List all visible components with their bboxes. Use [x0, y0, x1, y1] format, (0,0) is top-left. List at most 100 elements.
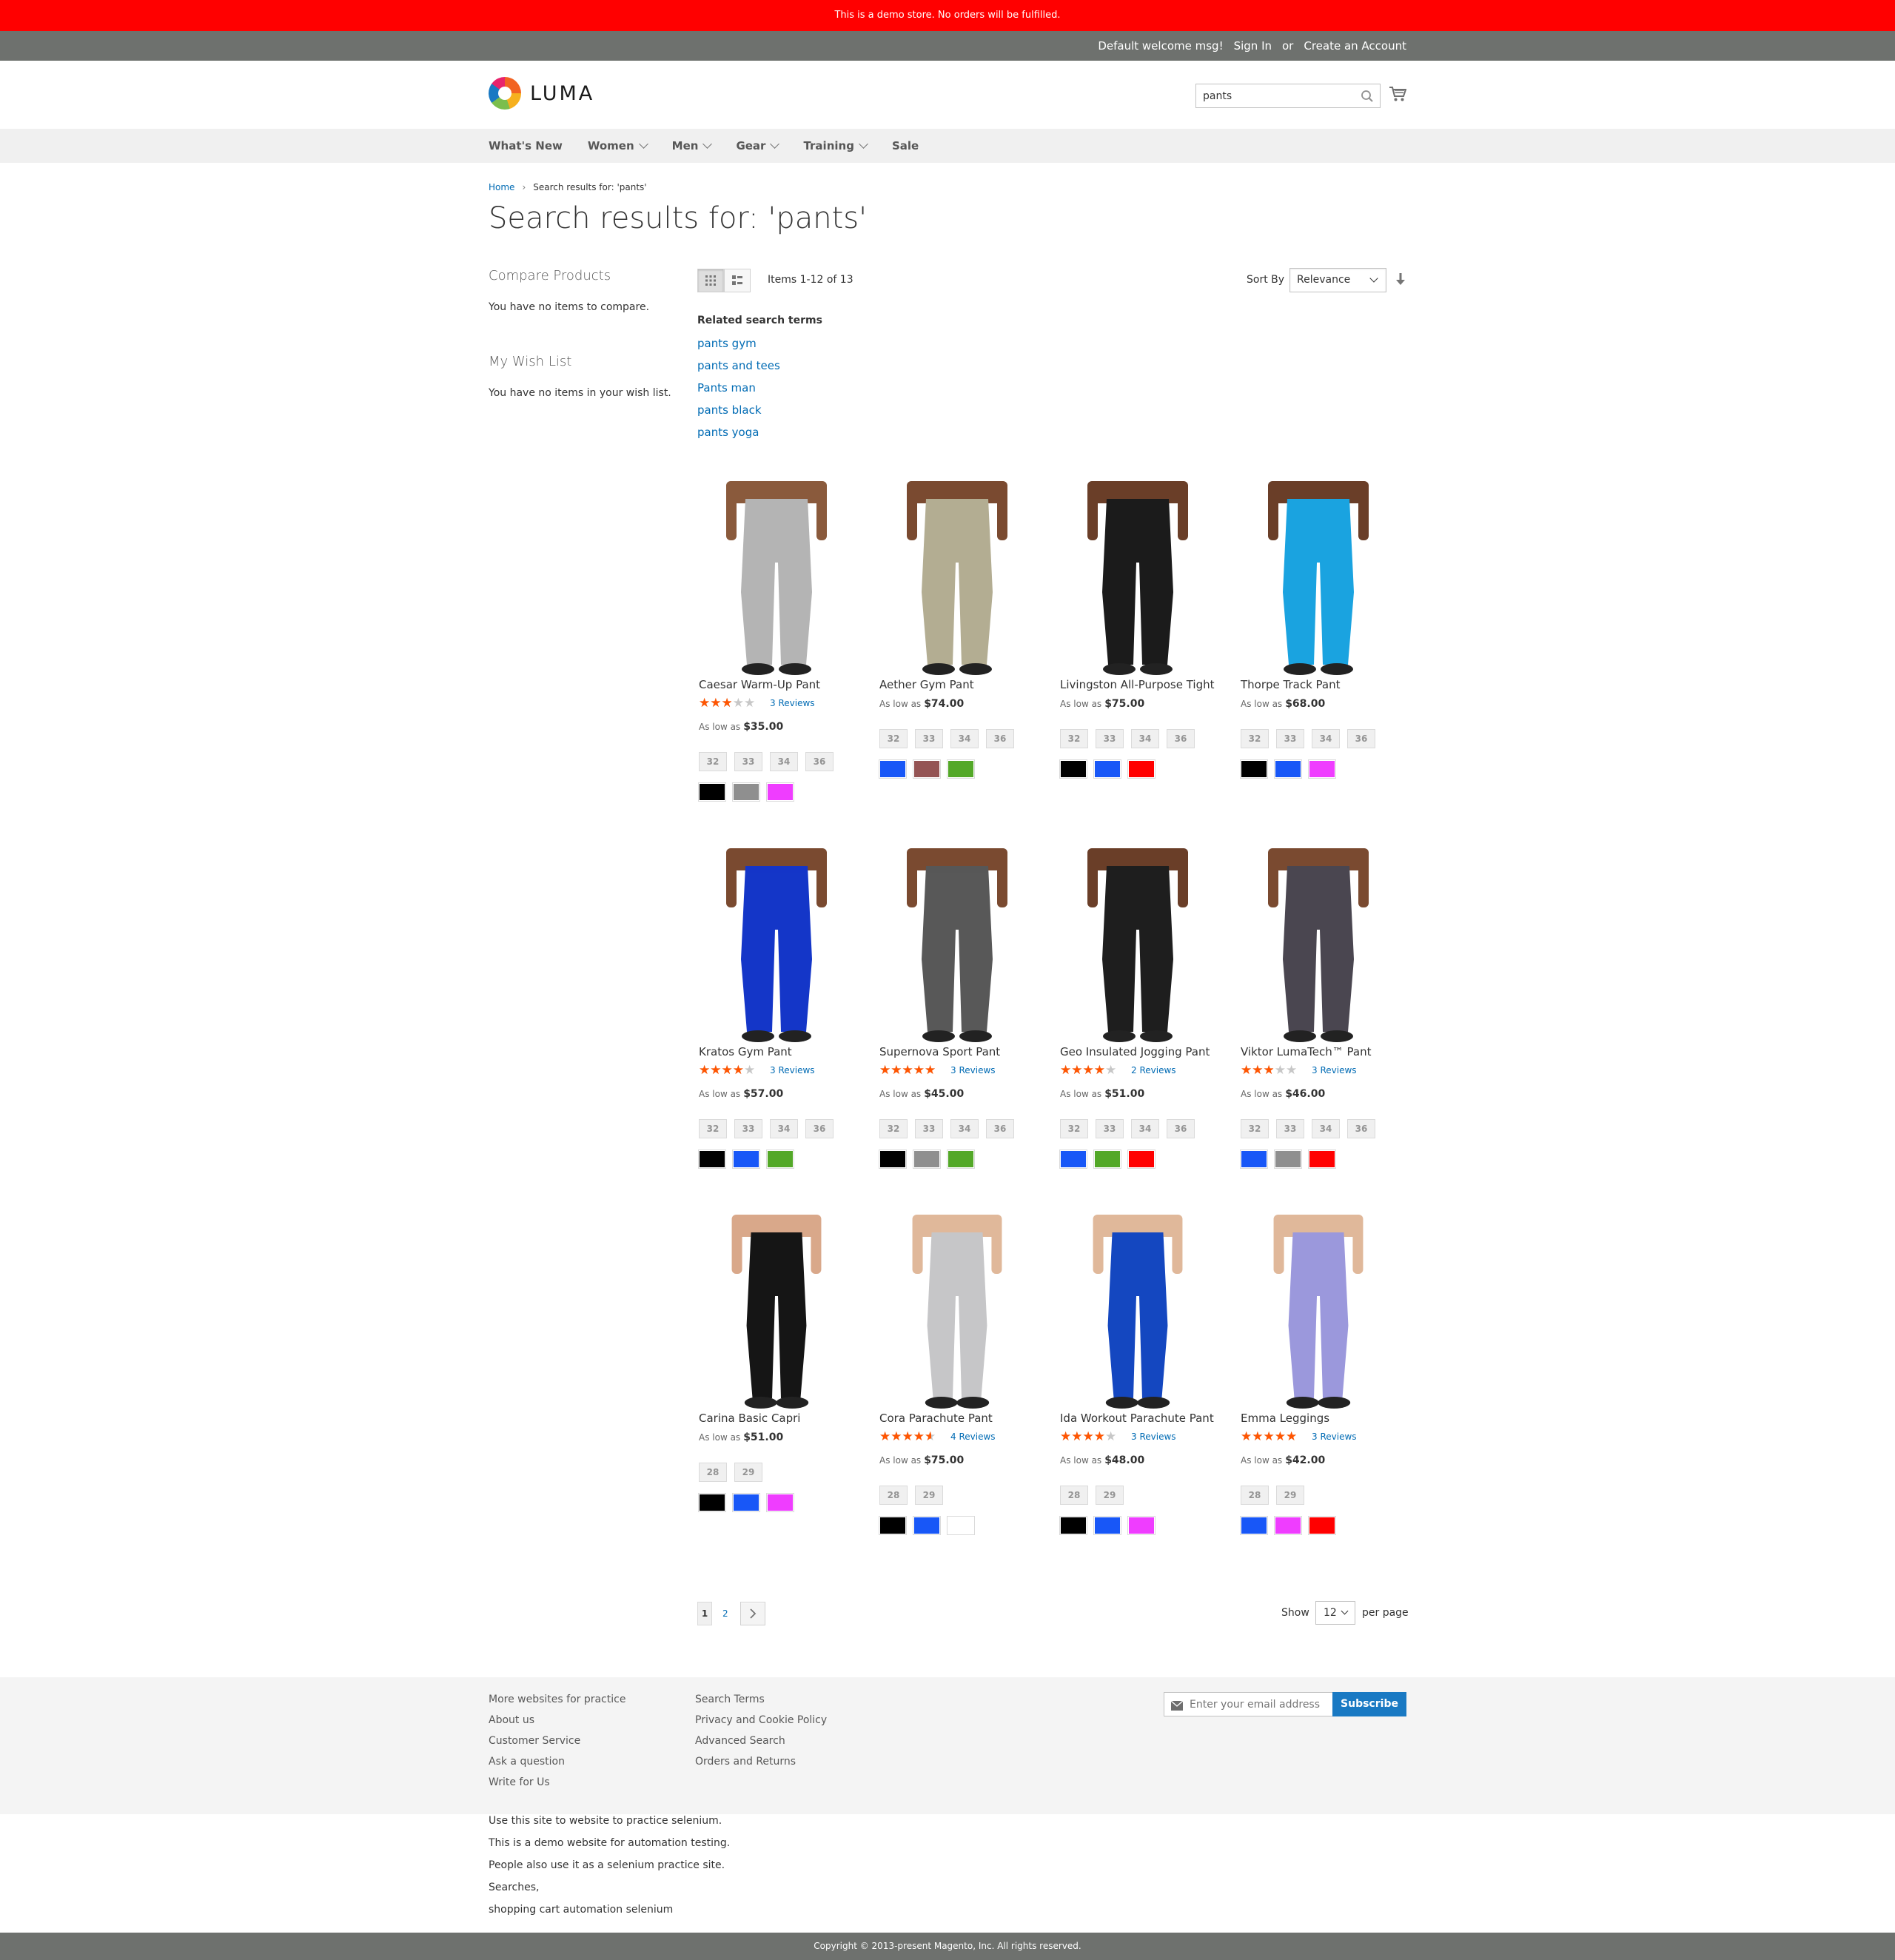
footer-link[interactable]: Privacy and Cookie Policy: [695, 1714, 827, 1735]
product-photo[interactable]: [699, 848, 854, 1045]
color-swatch-blue[interactable]: [1093, 1516, 1121, 1535]
size-option[interactable]: 36: [805, 1119, 834, 1138]
color-swatch-blue[interactable]: [1274, 759, 1302, 779]
footer-link[interactable]: Customer Service: [489, 1735, 625, 1756]
color-swatch-purple[interactable]: [1308, 759, 1336, 779]
size-option[interactable]: 32: [1060, 1119, 1088, 1138]
product-photo[interactable]: [699, 481, 854, 678]
size-option[interactable]: 34: [950, 1119, 979, 1138]
size-option[interactable]: 32: [879, 1119, 908, 1138]
size-option[interactable]: 32: [1060, 729, 1088, 748]
color-swatch-gray[interactable]: [732, 782, 760, 802]
size-option[interactable]: 33: [915, 729, 943, 748]
size-option[interactable]: 34: [1312, 1119, 1340, 1138]
nav-item-women[interactable]: Women: [588, 139, 648, 152]
color-swatch-black[interactable]: [1059, 1516, 1087, 1535]
product-name-link[interactable]: Supernova Sport Pant: [879, 1045, 1050, 1058]
color-swatch-blue[interactable]: [732, 1150, 760, 1169]
size-option[interactable]: 34: [770, 752, 798, 771]
nav-item-gear[interactable]: Gear: [736, 139, 780, 152]
product-name-link[interactable]: Caesar Warm-Up Pant: [699, 678, 869, 691]
product-name-link[interactable]: Kratos Gym Pant: [699, 1045, 869, 1058]
color-swatch-green[interactable]: [947, 759, 975, 779]
size-option[interactable]: 33: [1276, 729, 1304, 748]
size-option[interactable]: 28: [699, 1463, 727, 1482]
product-name-link[interactable]: Ida Workout Parachute Pant: [1060, 1412, 1230, 1425]
color-swatch-green[interactable]: [947, 1150, 975, 1169]
color-swatch-purple[interactable]: [1274, 1516, 1302, 1535]
size-option[interactable]: 32: [879, 729, 908, 748]
product-photo[interactable]: [1060, 481, 1215, 678]
size-option[interactable]: 33: [734, 1119, 762, 1138]
search-icon[interactable]: [1361, 90, 1374, 106]
color-swatch-black[interactable]: [698, 1493, 726, 1512]
color-swatch-blue[interactable]: [879, 759, 907, 779]
size-option[interactable]: 32: [699, 1119, 727, 1138]
color-swatch-gray[interactable]: [913, 1150, 941, 1169]
logo[interactable]: LUMA: [489, 77, 594, 110]
size-option[interactable]: 34: [950, 729, 979, 748]
cart-icon[interactable]: [1389, 86, 1407, 105]
size-option[interactable]: 29: [915, 1486, 943, 1505]
size-option[interactable]: 28: [1241, 1486, 1269, 1505]
product-photo[interactable]: [879, 481, 1035, 678]
size-option[interactable]: 33: [915, 1119, 943, 1138]
reviews-link[interactable]: 3 Reviews: [950, 1065, 996, 1075]
related-term-link[interactable]: pants black: [697, 403, 822, 426]
size-option[interactable]: 36: [986, 729, 1014, 748]
reviews-link[interactable]: 2 Reviews: [1131, 1065, 1176, 1075]
color-swatch-green[interactable]: [766, 1150, 794, 1169]
color-swatch-white[interactable]: [947, 1516, 975, 1535]
color-swatch-blue[interactable]: [913, 1516, 941, 1535]
size-option[interactable]: 36: [1347, 1119, 1375, 1138]
sort-direction-arrow-icon[interactable]: [1395, 272, 1406, 289]
size-option[interactable]: 33: [1096, 729, 1124, 748]
product-name-link[interactable]: Geo Insulated Jogging Pant: [1060, 1045, 1230, 1058]
size-option[interactable]: 32: [1241, 729, 1269, 748]
color-swatch-black[interactable]: [1059, 759, 1087, 779]
footer-link[interactable]: Orders and Returns: [695, 1756, 827, 1776]
create-account-link[interactable]: Create an Account: [1304, 39, 1406, 53]
size-option[interactable]: 29: [1096, 1486, 1124, 1505]
size-option[interactable]: 29: [1276, 1486, 1304, 1505]
size-option[interactable]: 33: [1096, 1119, 1124, 1138]
color-swatch-blue[interactable]: [1240, 1516, 1268, 1535]
color-swatch-black[interactable]: [879, 1150, 907, 1169]
footer-link[interactable]: Advanced Search: [695, 1735, 827, 1756]
related-term-link[interactable]: Pants man: [697, 381, 822, 403]
reviews-link[interactable]: 4 Reviews: [950, 1432, 996, 1442]
product-name-link[interactable]: Emma Leggings: [1241, 1412, 1411, 1425]
product-name-link[interactable]: Aether Gym Pant: [879, 678, 1050, 691]
nav-item-what-s-new[interactable]: What's New: [489, 139, 563, 152]
reviews-link[interactable]: 3 Reviews: [1131, 1432, 1176, 1442]
related-term-link[interactable]: pants and tees: [697, 359, 822, 381]
product-name-link[interactable]: Viktor LumaTech™ Pant: [1241, 1045, 1411, 1058]
sort-by-select[interactable]: Relevance: [1289, 268, 1386, 292]
reviews-link[interactable]: 3 Reviews: [770, 698, 815, 708]
size-option[interactable]: 34: [1131, 1119, 1159, 1138]
size-option[interactable]: 33: [1276, 1119, 1304, 1138]
list-view-button[interactable]: [724, 269, 751, 292]
color-swatch-black[interactable]: [698, 1150, 726, 1169]
color-swatch-blue[interactable]: [732, 1493, 760, 1512]
product-photo[interactable]: [1241, 481, 1396, 678]
color-swatch-green[interactable]: [1093, 1150, 1121, 1169]
size-option[interactable]: 36: [1167, 1119, 1195, 1138]
size-option[interactable]: 36: [805, 752, 834, 771]
footer-link[interactable]: Write for Us: [489, 1776, 625, 1797]
footer-link[interactable]: Search Terms: [695, 1694, 827, 1714]
size-option[interactable]: 32: [699, 752, 727, 771]
color-swatch-black[interactable]: [1240, 759, 1268, 779]
product-name-link[interactable]: Cora Parachute Pant: [879, 1412, 1050, 1425]
product-photo[interactable]: [879, 848, 1035, 1045]
product-name-link[interactable]: Livingston All-Purpose Tight: [1060, 678, 1230, 691]
footer-link[interactable]: Ask a question: [489, 1756, 625, 1776]
color-swatch-brown[interactable]: [913, 759, 941, 779]
reviews-link[interactable]: 3 Reviews: [770, 1065, 815, 1075]
footer-link[interactable]: About us: [489, 1714, 625, 1735]
product-photo[interactable]: [1060, 1215, 1215, 1412]
size-option[interactable]: 34: [1312, 729, 1340, 748]
next-page-button[interactable]: [739, 1602, 765, 1625]
color-swatch-blue[interactable]: [1059, 1150, 1087, 1169]
newsletter-email-input[interactable]: [1190, 1693, 1330, 1716]
